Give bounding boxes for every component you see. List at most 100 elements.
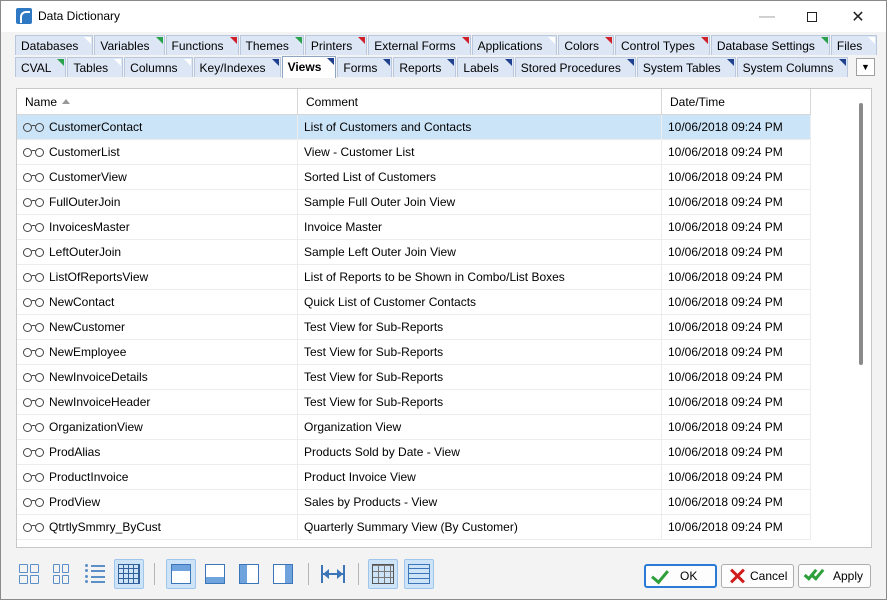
- tab-views[interactable]: Views: [281, 56, 337, 78]
- list-view-button[interactable]: [80, 559, 110, 589]
- toolbar-separator: [308, 563, 309, 585]
- sort-ascending-icon: [62, 99, 70, 104]
- grid-lines-button[interactable]: [368, 559, 398, 589]
- table-row[interactable]: NewCustomer Test View for Sub-Reports 10/0…: [17, 315, 811, 340]
- table-row[interactable]: QtrtlySmmry_ByCust Quarterly Summary View…: [17, 515, 811, 540]
- table-row[interactable]: InvoicesMaster Invoice Master 10/06/2018 0…: [17, 215, 811, 240]
- views-grid[interactable]: Name Comment Date/Time CustomerContact Li…: [16, 88, 872, 548]
- autofit-columns-button[interactable]: [318, 559, 348, 589]
- tab-variables[interactable]: Variables: [94, 35, 165, 55]
- table-row[interactable]: ProdView Sales by Products - View 10/06/20…: [17, 490, 811, 515]
- tab-files[interactable]: Files: [830, 35, 878, 55]
- ok-button[interactable]: OK: [644, 564, 717, 588]
- tab-themes[interactable]: Themes: [239, 35, 304, 55]
- small-icons-button[interactable]: [46, 559, 76, 589]
- tab-status-corner-icon: [383, 59, 391, 66]
- view-glasses-icon: [22, 221, 46, 233]
- view-name-cell: NewInvoiceDetails: [17, 365, 298, 389]
- layout-top-button[interactable]: [166, 559, 196, 589]
- column-header-name[interactable]: Name: [17, 89, 298, 115]
- tab-row-top: Databases Variables Functions Themes Printer…: [15, 35, 878, 55]
- column-header-datetime[interactable]: Date/Time: [662, 89, 811, 115]
- view-datetime-cell: 10/06/2018 09:24 PM: [662, 415, 811, 439]
- close-button[interactable]: ✕: [835, 1, 881, 32]
- view-datetime-cell: 10/06/2018 09:24 PM: [662, 440, 811, 464]
- view-name-cell: ProdView: [17, 490, 298, 514]
- grid-rows: CustomerContact List of Customers and Con…: [17, 115, 811, 540]
- view-name-cell: QtrtlySmmry_ByCust: [17, 515, 298, 539]
- view-comment-cell: Sales by Products - View: [298, 490, 662, 514]
- table-row[interactable]: CustomerContact List of Customers and Con…: [17, 115, 811, 140]
- table-row[interactable]: CustomerList View - Customer List 10/06/20…: [17, 140, 811, 165]
- view-comment-cell: List of Reports to be Shown in Combo/Lis…: [298, 265, 662, 289]
- tab-printers[interactable]: Printers: [304, 35, 368, 55]
- layout-bottom-button[interactable]: [200, 559, 230, 589]
- tab-applications[interactable]: Applications: [471, 35, 558, 55]
- maximize-button[interactable]: [789, 1, 835, 32]
- tab-external-forms[interactable]: External Forms: [368, 35, 471, 55]
- row-lines-button[interactable]: [404, 559, 434, 589]
- vertical-scrollbar[interactable]: [859, 103, 863, 365]
- table-row[interactable]: NewInvoiceHeader Test View for Sub-Report…: [17, 390, 811, 415]
- cancel-button[interactable]: Cancel: [721, 564, 794, 588]
- close-icon: ✕: [851, 8, 865, 26]
- title-bar: Data Dictionary — ✕: [1, 1, 886, 32]
- table-row[interactable]: OrganizationView Organization View 10/06/2…: [17, 415, 811, 440]
- view-comment-cell: Test View for Sub-Reports: [298, 315, 662, 339]
- table-row[interactable]: ListOfReportsView List of Reports to be S…: [17, 265, 811, 290]
- tab-status-corner-icon: [626, 59, 634, 66]
- tab-tables[interactable]: Tables: [67, 57, 124, 77]
- table-row[interactable]: FullOuterJoin Sample Full Outer Join View…: [17, 190, 811, 215]
- window-title: Data Dictionary: [38, 9, 121, 23]
- table-row[interactable]: LeftOuterJoin Sample Left Outer Join View…: [17, 240, 811, 265]
- tab-databases[interactable]: Databases: [15, 35, 94, 55]
- tab-functions[interactable]: Functions: [165, 35, 239, 55]
- tab-labels[interactable]: Labels: [457, 57, 514, 77]
- tab-row-bottom: CVAL Tables Columns Key/Indexes Views Forms Re…: [15, 56, 849, 78]
- view-comment-cell: Sorted List of Customers: [298, 165, 662, 189]
- tab-columns[interactable]: Columns: [124, 57, 193, 77]
- table-row[interactable]: ProdAlias Products Sold by Date - View 10/…: [17, 440, 811, 465]
- view-datetime-cell: 10/06/2018 09:24 PM: [662, 115, 811, 139]
- toolbar-separator: [154, 563, 155, 585]
- layout-top-icon: [171, 564, 191, 584]
- tab-key-indexes[interactable]: Key/Indexes: [193, 57, 281, 77]
- tab-stored-procedures[interactable]: Stored Procedures: [514, 57, 636, 77]
- tab-cval[interactable]: CVAL: [15, 57, 67, 77]
- chevron-down-icon: ▼: [861, 62, 870, 72]
- column-header-comment[interactable]: Comment: [298, 89, 662, 115]
- table-row[interactable]: NewInvoiceDetails Test View for Sub-Repor…: [17, 365, 811, 390]
- view-name-cell: NewEmployee: [17, 340, 298, 364]
- details-view-button[interactable]: [114, 559, 144, 589]
- table-row[interactable]: CustomerView Sorted List of Customers 10/0…: [17, 165, 811, 190]
- view-comment-cell: Quick List of Customer Contacts: [298, 290, 662, 314]
- tab-status-corner-icon: [447, 59, 455, 66]
- view-glasses-icon: [22, 446, 46, 458]
- layout-right-icon: [273, 564, 293, 584]
- tab-colors[interactable]: Colors: [558, 35, 615, 55]
- minimize-button[interactable]: —: [744, 1, 790, 32]
- large-icons-button[interactable]: [14, 559, 44, 589]
- tab-forms[interactable]: Forms: [337, 57, 393, 77]
- tab-overflow-button[interactable]: ▼: [856, 58, 875, 76]
- grid-lines-icon: [372, 564, 394, 584]
- tab-reports[interactable]: Reports: [393, 57, 457, 77]
- view-glasses-icon: [22, 421, 46, 433]
- tab-system-columns[interactable]: System Columns: [736, 57, 849, 77]
- tab-database-settings[interactable]: Database Settings: [710, 35, 830, 55]
- table-row[interactable]: NewContact Quick List of Customer Contact…: [17, 290, 811, 315]
- view-comment-cell: List of Customers and Contacts: [298, 115, 662, 139]
- tab-status-corner-icon: [183, 59, 191, 66]
- view-datetime-cell: 10/06/2018 09:24 PM: [662, 265, 811, 289]
- tab-system-tables[interactable]: System Tables: [636, 57, 736, 77]
- tab-status-corner-icon: [605, 37, 613, 44]
- apply-button[interactable]: Apply: [798, 564, 871, 588]
- table-row[interactable]: NewEmployee Test View for Sub-Reports 10/0…: [17, 340, 811, 365]
- tab-status-corner-icon: [868, 37, 876, 44]
- tab-control-types[interactable]: Control Types: [615, 35, 710, 55]
- table-row[interactable]: ProductInvoice Product Invoice View 10/06/…: [17, 465, 811, 490]
- layout-left-button[interactable]: [234, 559, 264, 589]
- view-datetime-cell: 10/06/2018 09:24 PM: [662, 140, 811, 164]
- view-name-cell: ListOfReportsView: [17, 265, 298, 289]
- layout-right-button[interactable]: [268, 559, 298, 589]
